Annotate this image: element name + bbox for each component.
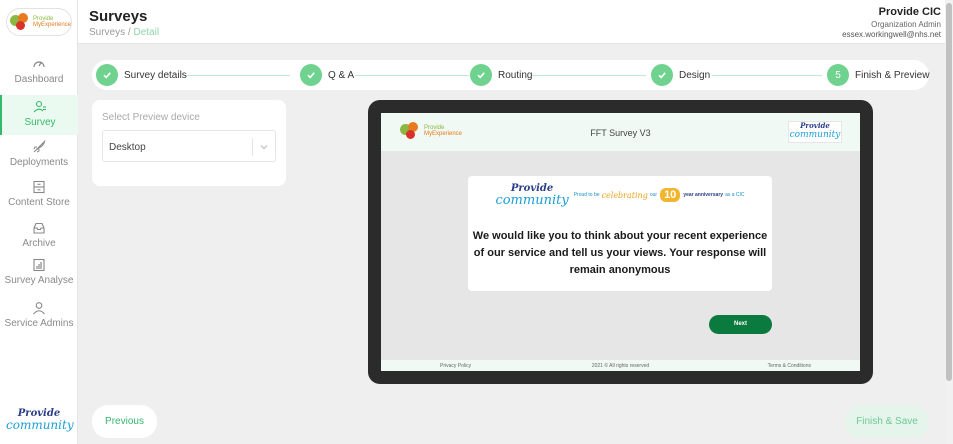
- step-label: Survey details: [124, 69, 187, 81]
- preview-device-card: Select Preview device Desktop: [92, 100, 286, 186]
- step-q-and-a[interactable]: Q & A: [300, 64, 354, 86]
- question-text: We would like you to think about your re…: [472, 230, 768, 276]
- chart-icon: [33, 258, 45, 272]
- step-label: Routing: [498, 69, 533, 81]
- user-icon: [33, 302, 45, 315]
- sidebar-item-label: Survey: [24, 117, 56, 128]
- sidebar-item-label: Deployments: [9, 157, 69, 168]
- step-connector: [712, 75, 822, 76]
- sidebar-item-content-store[interactable]: Content Store: [0, 180, 78, 220]
- org-role: Organization Admin: [871, 20, 941, 29]
- check-icon: [96, 64, 118, 86]
- page-header: Surveys Surveys / Detail Provide CIC Org…: [78, 0, 953, 44]
- step-connector: [532, 75, 646, 76]
- sidebar-item-deployments[interactable]: Deployments: [0, 140, 78, 180]
- logo-text-community: community: [495, 192, 569, 208]
- step-design[interactable]: Design: [651, 64, 710, 86]
- sidebar-item-archive[interactable]: Archive: [0, 221, 78, 261]
- preview-header: Provide MyExperience FFT Survey V3 Provi…: [381, 113, 860, 151]
- app-logo[interactable]: Provide MyExperience: [6, 8, 72, 36]
- sidebar-item-label: Content Store: [8, 197, 70, 208]
- question-card: Provide community Proud to be celebratin…: [468, 176, 772, 291]
- preview-footer: Privacy Policy 2021 © All rights reserve…: [381, 360, 860, 371]
- rocket-icon: [33, 140, 46, 153]
- banner-proud: Proud to be: [573, 192, 600, 198]
- sidebar-item-label: Service Admins: [4, 318, 74, 329]
- step-label: Design: [679, 69, 711, 81]
- org-email: essex.workingwell@nhs.net: [842, 30, 941, 39]
- step-routing[interactable]: Routing: [470, 64, 532, 86]
- previous-button[interactable]: Previous: [92, 405, 157, 438]
- gauge-icon: [33, 61, 45, 68]
- user-list-icon: [33, 100, 46, 113]
- sidebar: Provide MyExperience Dashboard Survey De…: [0, 0, 78, 444]
- banner-our: our: [649, 192, 658, 198]
- chevron-down-icon[interactable]: [259, 143, 269, 151]
- sidebar-item-survey[interactable]: Survey: [0, 95, 78, 135]
- logo-text-provide: Provide: [800, 121, 830, 130]
- step-number: 5: [827, 64, 849, 86]
- store-icon: [33, 180, 45, 194]
- org-name: Provide CIC: [878, 6, 941, 18]
- user-account-info[interactable]: Provide CIC Organization Admin essex.wor…: [842, 6, 941, 39]
- scrollbar-thumb[interactable]: [946, 3, 952, 381]
- banner-celebrating: celebrating: [601, 190, 648, 200]
- sidebar-item-label: Archive: [22, 238, 56, 249]
- preview-screen: Provide MyExperience FFT Survey V3 Provi…: [381, 113, 860, 371]
- check-icon: [651, 64, 673, 86]
- breadcrumb-current: Detail: [133, 27, 160, 38]
- step-label: Q & A: [328, 69, 355, 81]
- page-scrollbar[interactable]: [945, 0, 953, 444]
- check-icon: [470, 64, 492, 86]
- banner-anniversary: year anniversary: [683, 192, 724, 198]
- sidebar-item-label: Survey Analyse: [4, 275, 74, 286]
- terms-link[interactable]: Terms & Conditions: [768, 363, 811, 369]
- selected-device: Desktop: [109, 142, 146, 153]
- speech-bubbles-icon: [10, 13, 30, 31]
- archive-icon: [33, 222, 45, 234]
- logo-text-myexperience: MyExperience: [32, 22, 71, 28]
- provide-community-logo: Provide community: [6, 408, 74, 432]
- breadcrumb-separator: /: [127, 27, 131, 38]
- sidebar-item-label: Dashboard: [14, 74, 64, 85]
- step-connector: [184, 75, 290, 76]
- sidebar-item-dashboard[interactable]: Dashboard: [0, 57, 78, 97]
- step-survey-details[interactable]: Survey details: [96, 64, 187, 86]
- finish-and-save-button[interactable]: Finish & Save: [845, 405, 929, 438]
- check-icon: [300, 64, 322, 86]
- next-button[interactable]: Next: [709, 315, 772, 334]
- step-connector: [355, 75, 469, 76]
- breadcrumb-surveys-link[interactable]: Surveys: [89, 27, 125, 38]
- select-divider: [252, 138, 253, 156]
- banner-text: Proud to be celebrating our 10 year anni…: [574, 188, 745, 202]
- banner-as-cic: as a CIC: [725, 192, 745, 198]
- anniversary-banner: Provide community Proud to be celebratin…: [468, 181, 772, 209]
- sidebar-item-survey-analyse[interactable]: Survey Analyse: [0, 258, 78, 298]
- wizard-stepper: Survey details Q & A Routing Design 5 Fi…: [92, 60, 929, 90]
- logo-text-provide: Provide: [510, 182, 554, 194]
- logo-text-community: community: [789, 130, 841, 140]
- breadcrumb: Surveys / Detail: [89, 27, 159, 38]
- preview-community-logo: Provide community: [788, 121, 842, 143]
- step-label: Finish & Preview: [855, 69, 930, 81]
- sidebar-item-service-admins[interactable]: Service Admins: [0, 301, 78, 341]
- logo-text-community: community: [6, 418, 74, 432]
- tablet-preview-frame: Provide MyExperience FFT Survey V3 Provi…: [368, 100, 873, 384]
- banner-community-logo: Provide community: [495, 182, 569, 208]
- step-finish-and-preview[interactable]: 5 Finish & Preview: [827, 64, 929, 86]
- preview-device-label: Select Preview device: [102, 112, 200, 123]
- preview-device-select[interactable]: Desktop: [102, 130, 276, 162]
- page-title: Surveys: [89, 8, 148, 25]
- banner-ten-badge: 10: [660, 188, 681, 202]
